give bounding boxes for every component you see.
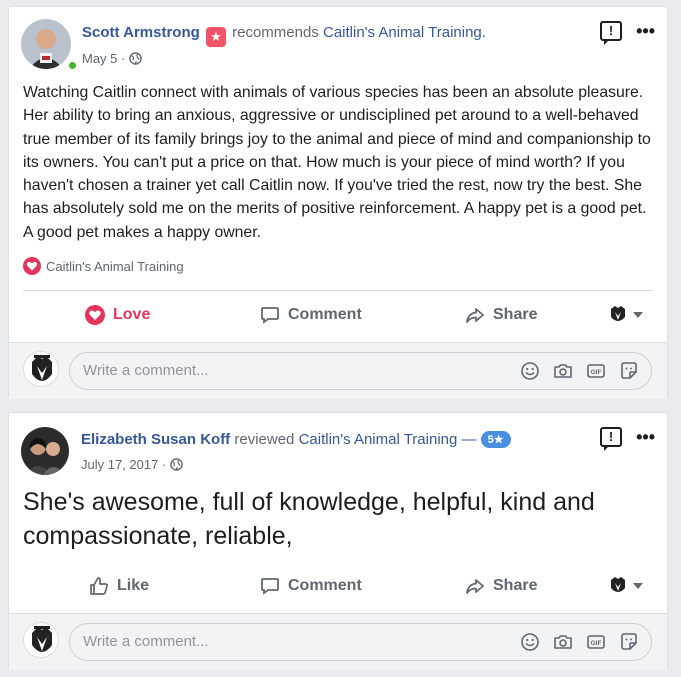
author-avatar[interactable] (21, 427, 69, 475)
page-identity-switcher[interactable] (609, 576, 643, 596)
comment-button[interactable]: Comment (260, 305, 362, 325)
comment-label: Comment (288, 306, 362, 323)
share-label: Share (493, 306, 538, 323)
post-meta: July 17, 2017 · (81, 457, 183, 472)
reaction-summary[interactable]: Caitlin's Animal Training (23, 257, 184, 275)
report-flag-icon[interactable]: ! (600, 427, 623, 451)
action-bar: Love Comment Share (9, 298, 667, 332)
share-button[interactable]: Share (465, 576, 537, 596)
comment-input[interactable]: Write a comment... GIF (69, 623, 652, 661)
author-avatar[interactable] (21, 19, 71, 69)
share-button[interactable]: Share (465, 305, 537, 325)
post-verb: reviewed (234, 431, 295, 448)
share-arrow-icon (466, 308, 484, 323)
author-name[interactable]: Elizabeth Susan Koff (81, 431, 230, 448)
thumbs-up-icon (90, 577, 108, 595)
love-button[interactable]: Love (85, 305, 150, 325)
chevron-down-icon (633, 583, 643, 589)
online-status-indicator (67, 60, 78, 71)
post-body: Watching Caitlin connect with animals of… (23, 84, 651, 241)
comment-bubble-icon (261, 578, 279, 595)
share-arrow-icon (466, 579, 484, 594)
globe-icon (170, 458, 183, 471)
commenter-avatar (23, 622, 59, 658)
more-options-icon[interactable]: ••• (636, 428, 655, 446)
comment-tools: GIF (520, 361, 639, 381)
sticker-icon[interactable] (619, 361, 639, 381)
post-options: ! ••• (600, 21, 655, 45)
like-label: Like (117, 577, 150, 594)
recommendation-badge-icon: ★ (205, 27, 226, 47)
comment-bubble-icon (261, 307, 279, 324)
divider (23, 290, 653, 291)
emoji-icon[interactable] (520, 632, 540, 652)
post-verb: recommends (232, 24, 319, 41)
post-meta: May 5 · (82, 51, 142, 66)
reaction-by-name[interactable]: Caitlin's Animal Training (46, 259, 184, 274)
page-link[interactable]: Caitlin's Animal Training. (323, 24, 486, 41)
love-icon (85, 305, 105, 325)
gif-icon[interactable]: GIF (586, 361, 606, 381)
comment-placeholder: Write a comment... (83, 633, 209, 650)
svg-text:GIF: GIF (591, 369, 602, 376)
like-button[interactable]: Like (89, 576, 149, 596)
comment-input[interactable]: Write a comment... GIF (69, 352, 652, 390)
svg-text:GIF: GIF (591, 640, 602, 647)
camera-icon[interactable] (553, 361, 573, 381)
page-logo-icon (611, 577, 625, 592)
post-options: ! ••• (600, 427, 655, 451)
action-bar: Like Comment Share (9, 569, 667, 603)
comment-tools: GIF (520, 632, 639, 652)
author-name[interactable]: Scott Armstrong (82, 24, 200, 41)
comment-label: Comment (288, 577, 362, 594)
page-link[interactable]: Caitlin's Animal Training — (299, 431, 477, 448)
gif-icon[interactable]: GIF (586, 632, 606, 652)
review-text: She's awesome, full of knowledge, helpfu… (23, 488, 595, 550)
report-flag-icon[interactable]: ! (600, 21, 623, 45)
love-reaction-icon (23, 257, 41, 275)
globe-icon (129, 52, 142, 65)
chevron-down-icon (633, 312, 643, 318)
post-date[interactable]: May 5 (82, 51, 117, 66)
commenter-avatar (23, 351, 59, 387)
post-card-2: Elizabeth Susan Koff reviewed Caitlin's … (8, 412, 668, 670)
page-logo-icon (611, 306, 625, 321)
love-label: Love (113, 306, 151, 323)
camera-icon[interactable] (553, 632, 573, 652)
post-date[interactable]: July 17, 2017 · (81, 457, 166, 472)
comment-composer: Write a comment... GIF (9, 342, 667, 399)
comment-composer: Write a comment... GIF (9, 613, 667, 670)
share-label: Share (493, 577, 538, 594)
separator-dot: · (121, 51, 126, 66)
post-header: Scott Armstrong ★ recommends Caitlin's A… (82, 24, 486, 47)
emoji-icon[interactable] (520, 361, 540, 381)
page-identity-switcher[interactable] (609, 305, 643, 325)
more-options-icon[interactable]: ••• (636, 22, 655, 40)
post-header: Elizabeth Susan Koff reviewed Caitlin's … (81, 431, 511, 448)
sticker-icon[interactable] (619, 632, 639, 652)
rating-badge: 5★ (480, 431, 511, 448)
comment-placeholder: Write a comment... (83, 362, 209, 379)
comment-button[interactable]: Comment (260, 576, 362, 596)
post-card-1: Scott Armstrong ★ recommends Caitlin's A… (8, 6, 668, 399)
